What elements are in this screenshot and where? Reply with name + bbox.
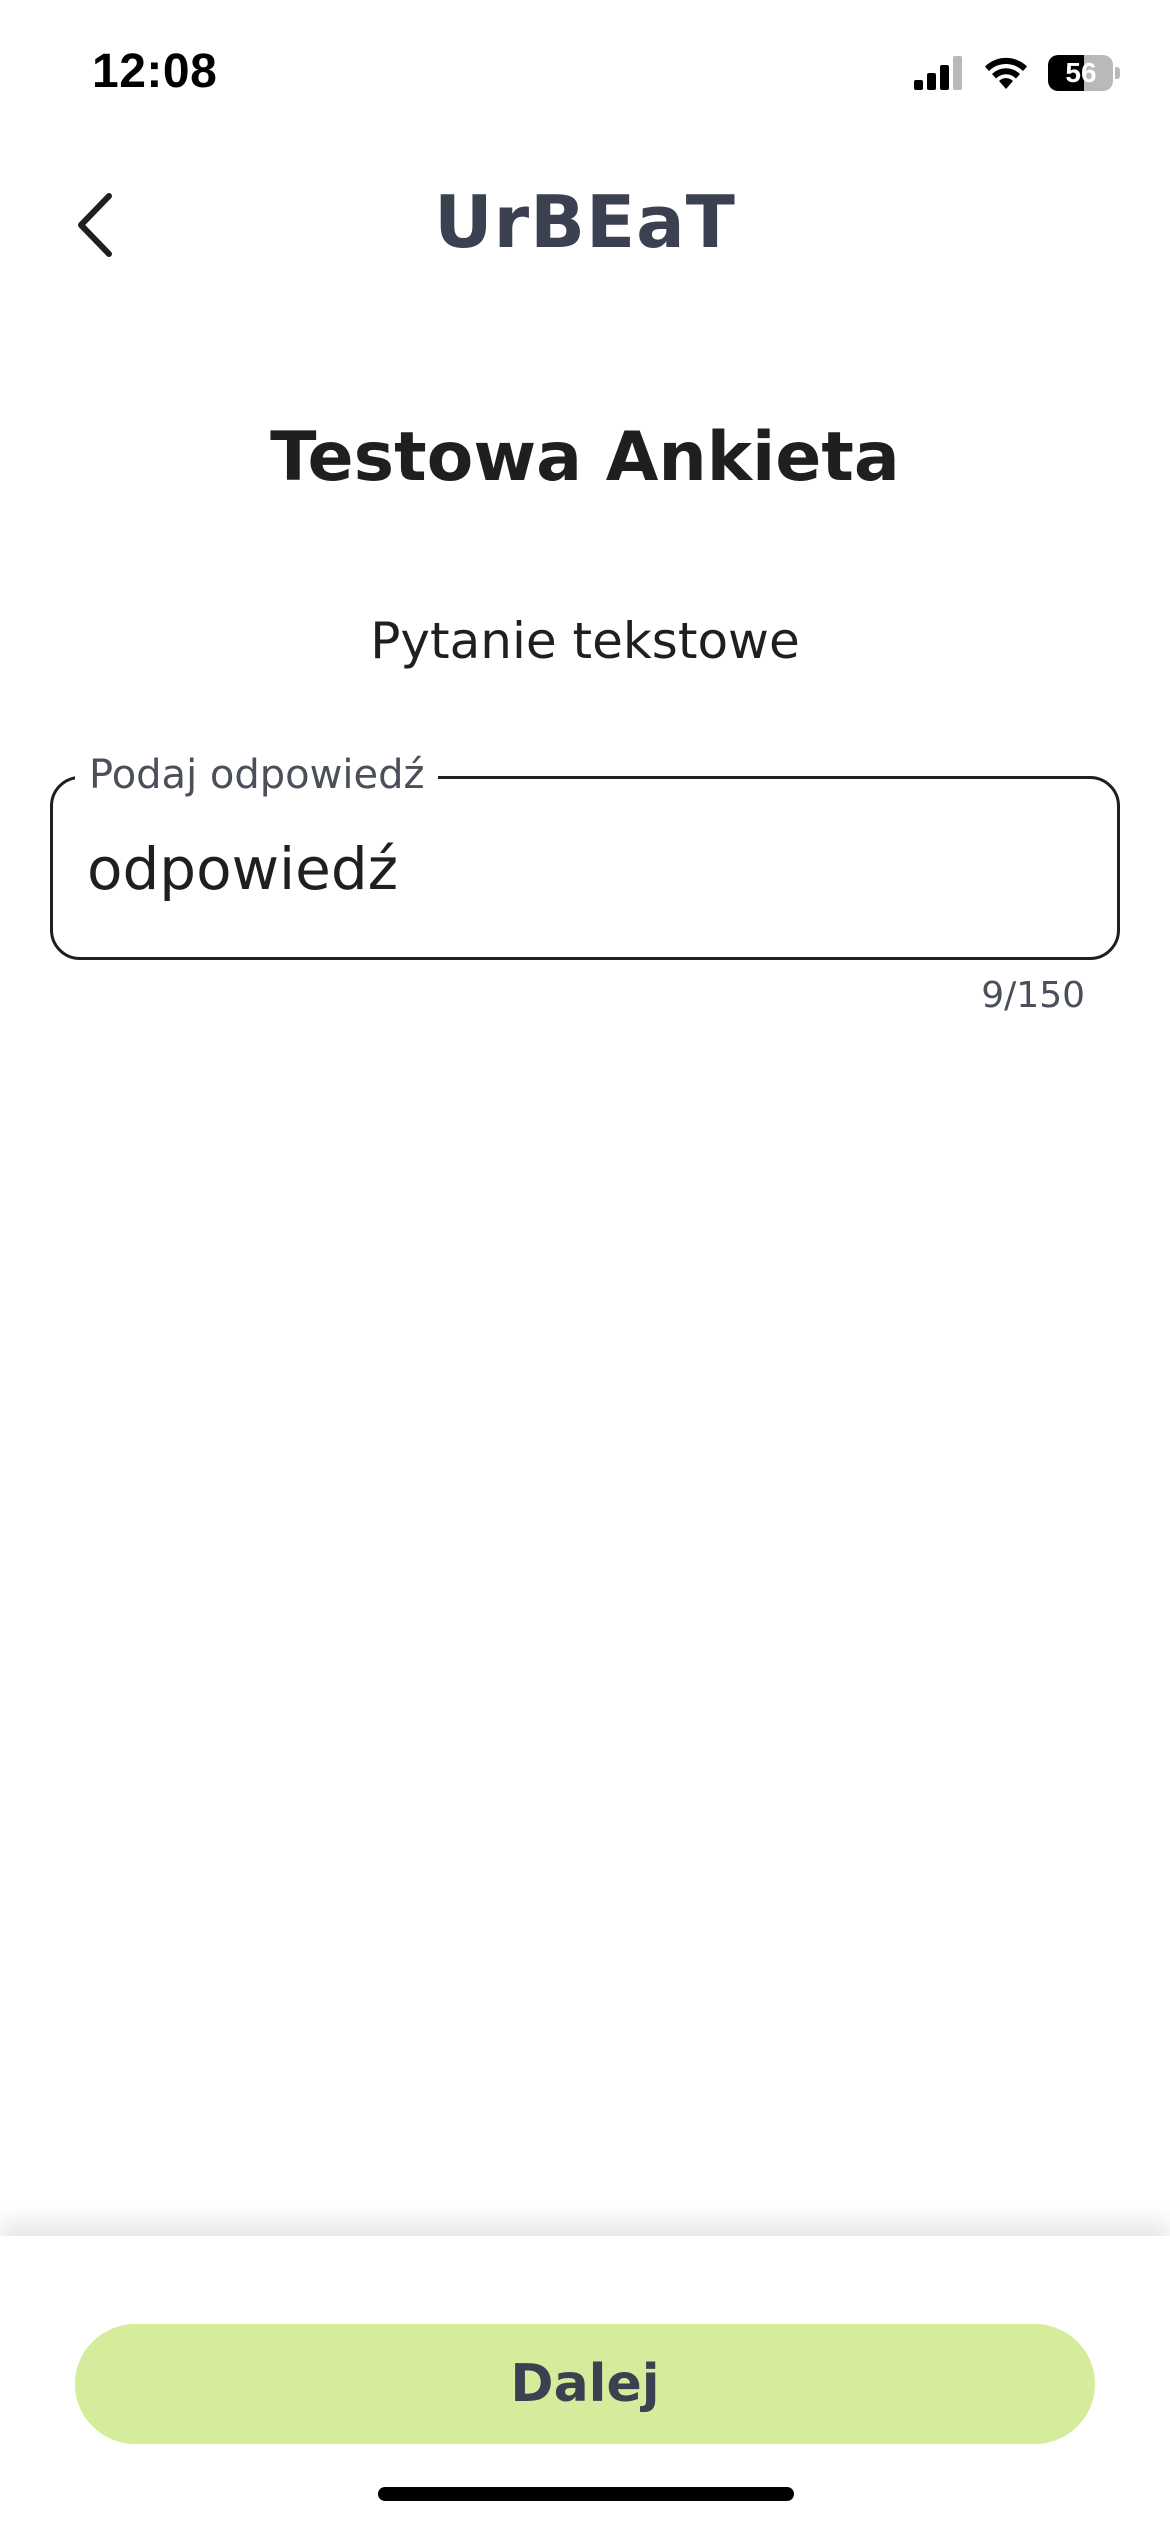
answer-input[interactable]: Podaj odpowiedź odpowiedź (50, 745, 1120, 960)
question-text: Pytanie tekstowe (370, 612, 800, 670)
next-button[interactable]: Dalej (75, 2324, 1095, 2444)
wifi-icon (985, 57, 1027, 89)
battery-icon: 56 (1048, 55, 1120, 91)
status-icons: 56 (914, 50, 1120, 96)
character-counter: 9/150 (981, 975, 1085, 1016)
signal-icon (914, 56, 962, 90)
answer-input-value[interactable]: odpowiedź (87, 835, 398, 903)
answer-input-label: Podaj odpowiedź (75, 745, 439, 805)
app-header: UrBEaT (0, 150, 1170, 300)
status-time: 12:08 (92, 45, 218, 98)
battery-percent: 56 (1065, 57, 1097, 88)
status-bar: 12:08 56 (0, 0, 1170, 150)
survey-title: Testowa Ankieta (270, 418, 900, 497)
home-indicator[interactable] (378, 2487, 794, 2501)
app-title: UrBEaT (434, 180, 736, 264)
